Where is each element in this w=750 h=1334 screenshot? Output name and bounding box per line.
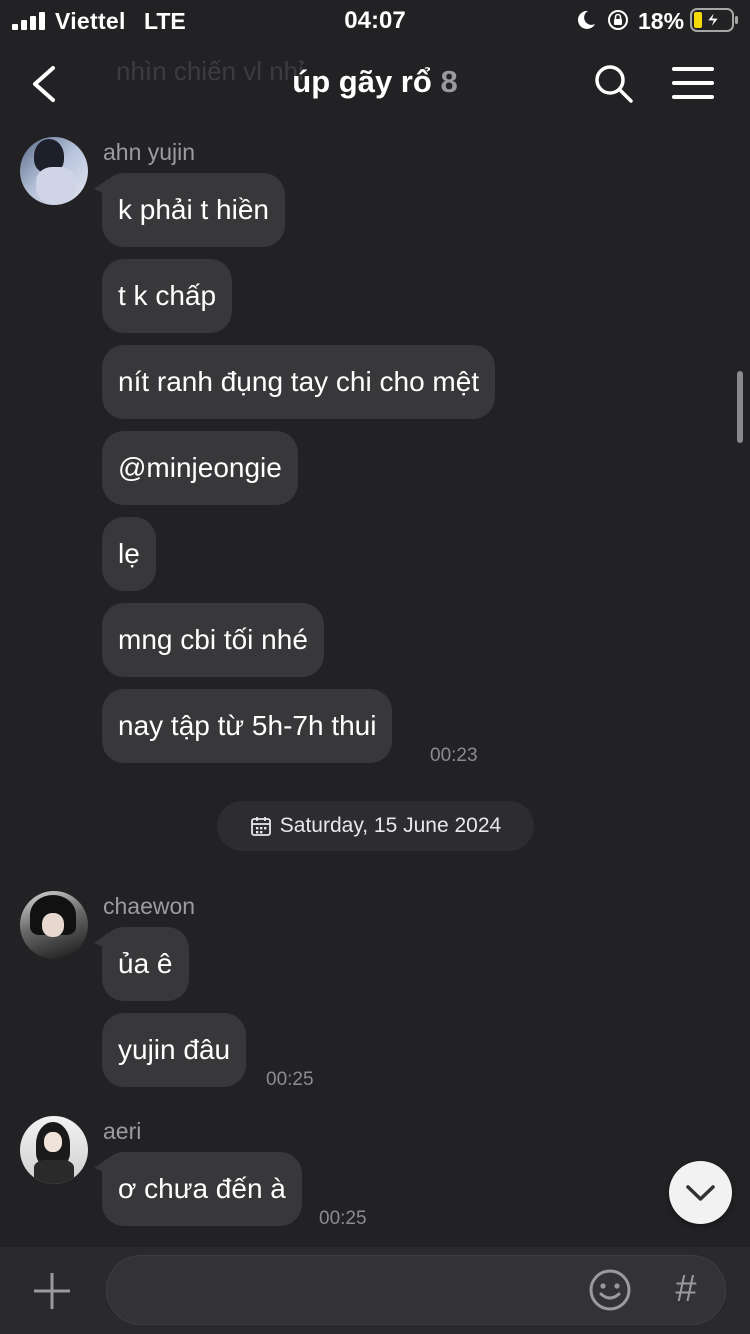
message-bubble[interactable]: ủa ê — [94, 927, 189, 1001]
scrollbar[interactable] — [737, 371, 743, 443]
date-separator: Saturday, 15 June 2024 — [217, 801, 534, 851]
sender-name: aeri — [103, 1118, 142, 1144]
moon-icon — [577, 10, 595, 29]
message-bubble[interactable]: nít ranh đụng tay chi cho mệt — [102, 345, 496, 419]
chevron-down-icon — [686, 1185, 715, 1201]
status-bar: Viettel LTE 04:07 18% — [0, 0, 750, 40]
message-bubble[interactable]: mng cbi tối nhé — [102, 603, 324, 677]
message-bubble[interactable]: lẹ — [102, 517, 156, 591]
hashtag-icon[interactable]: # — [666, 1266, 706, 1312]
message-bubble[interactable]: t k chấp — [102, 259, 233, 333]
hamburger-menu-icon[interactable] — [672, 64, 716, 102]
message-bubble[interactable]: @minjeongie — [102, 431, 298, 505]
sender-name: chaewon — [103, 893, 196, 919]
message-input[interactable] — [106, 1255, 726, 1325]
member-count: 8 — [440, 64, 458, 99]
rotation-lock-icon — [608, 10, 628, 30]
search-icon[interactable] — [592, 62, 634, 104]
message-time: 00:23 — [430, 745, 478, 766]
message-time: 00:25 — [319, 1208, 367, 1229]
avatar[interactable] — [20, 137, 88, 205]
date-label: Saturday, 15 June 2024 — [279, 814, 502, 837]
group-name: úp gãy rổ — [292, 64, 432, 99]
message-bubble[interactable]: k phải t hiền — [94, 173, 285, 247]
calendar-icon — [250, 817, 271, 836]
avatar[interactable] — [20, 891, 88, 959]
message-bubble[interactable]: yujin đâu — [102, 1013, 247, 1087]
battery-percentage: 18% — [638, 8, 685, 34]
scroll-to-bottom-button[interactable] — [669, 1161, 732, 1224]
message-bubble[interactable]: nay tập từ 5h-7h thui — [102, 689, 393, 763]
message-time: 00:25 — [266, 1069, 314, 1090]
chat-title: úp gãy rổ 8 — [0, 64, 750, 100]
message-bubble[interactable]: ơ chưa đến à — [94, 1152, 302, 1226]
sender-name: ahn yujin — [103, 139, 196, 165]
emoji-icon[interactable] — [588, 1268, 632, 1312]
battery-charging-icon — [690, 8, 738, 32]
avatar[interactable] — [20, 1116, 88, 1184]
plus-icon[interactable] — [32, 1271, 72, 1311]
